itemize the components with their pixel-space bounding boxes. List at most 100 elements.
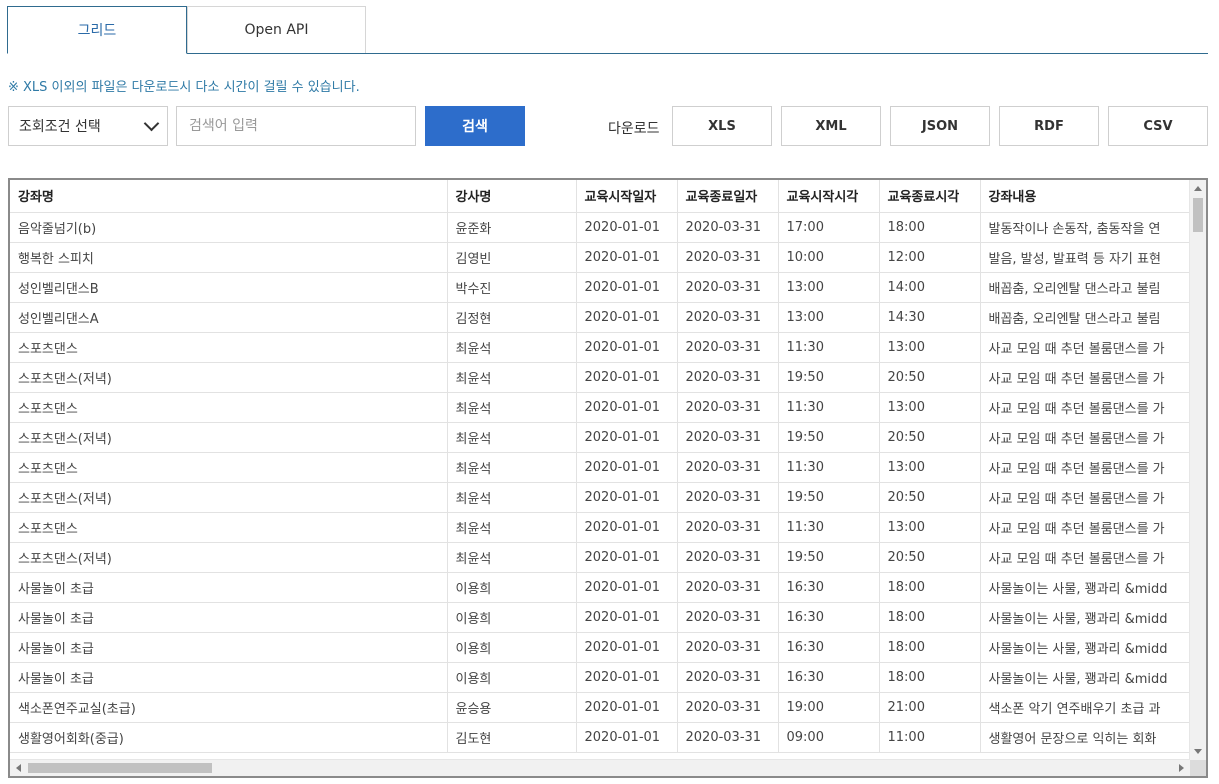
table-row[interactable]: 성인벨리댄스B 박수진 2020-01-01 2020-03-31 13:00 14:00…: [10, 272, 1190, 303]
table-cell: 19:00: [778, 692, 880, 723]
table-cell: 이용희: [447, 662, 577, 693]
scroll-left-icon[interactable]: [16, 764, 21, 772]
table-cell: 2020-01-01: [576, 212, 678, 243]
table-row[interactable]: 색소폰연주교실(초급) 윤승용 2020-01-01 2020-03-31 19:00 2…: [10, 692, 1190, 723]
table-cell: 스포츠댄스: [10, 512, 448, 543]
tab-grid[interactable]: 그리드: [7, 6, 187, 54]
table-cell: 스포츠댄스: [10, 452, 448, 483]
scroll-up-icon[interactable]: [1194, 186, 1202, 191]
table-cell: 19:50: [778, 542, 880, 573]
table-row[interactable]: 생활영어회화(중급) 김도현 2020-01-01 2020-03-31 09:00 11…: [10, 722, 1190, 753]
table-row[interactable]: 행복한 스피치 김영빈 2020-01-01 2020-03-31 10:00 12:00…: [10, 242, 1190, 273]
table-cell: 19:50: [778, 362, 880, 393]
table-cell: 2020-03-31: [677, 362, 779, 393]
table-cell: 2020-01-01: [576, 692, 678, 723]
table-cell: 김정현: [447, 302, 577, 333]
table-cell: 스포츠댄스: [10, 332, 448, 363]
download-rdf-button[interactable]: RDF: [999, 106, 1099, 146]
table-row[interactable]: 사물놀이 초급 이용희 2020-01-01 2020-03-31 16:30 18:00…: [10, 632, 1190, 663]
chevron-down-icon: [143, 115, 160, 132]
table-cell: 2020-01-01: [576, 362, 678, 393]
table-cell: 색소폰연주교실(초급): [10, 692, 448, 723]
table-cell: 이용희: [447, 572, 577, 603]
scroll-down-icon[interactable]: [1194, 749, 1202, 754]
data-grid: 강좌명 강사명 교육시작일자 교육종료일자 교육시작시각 교육종료시각 강좌내용…: [8, 178, 1208, 778]
table-cell: 2020-01-01: [576, 602, 678, 633]
table-row[interactable]: 사물놀이 초급 이용희 2020-01-01 2020-03-31 16:30 18:00…: [10, 572, 1190, 603]
table-cell: 18:00: [879, 662, 981, 693]
tab-open-api[interactable]: Open API: [187, 6, 366, 53]
table-cell: 13:00: [778, 302, 880, 333]
column-header[interactable]: 강사명: [447, 180, 577, 213]
table-cell: 최윤석: [447, 422, 577, 453]
table-row[interactable]: 사물놀이 초급 이용희 2020-01-01 2020-03-31 16:30 18:00…: [10, 602, 1190, 633]
table-cell: 사교 모임 때 추던 볼룸댄스를 가: [980, 542, 1190, 573]
table-row[interactable]: 스포츠댄스 최윤석 2020-01-01 2020-03-31 11:30 13:00 사교…: [10, 332, 1190, 363]
horizontal-scrollbar[interactable]: [10, 759, 1190, 776]
table-cell: 13:00: [879, 512, 981, 543]
table-row[interactable]: 스포츠댄스 최윤석 2020-01-01 2020-03-31 11:30 13:00 사교…: [10, 512, 1190, 543]
table-cell: 2020-03-31: [677, 662, 779, 693]
table-cell: 12:00: [879, 242, 981, 273]
table-cell: 박수진: [447, 272, 577, 303]
table-cell: 최윤석: [447, 362, 577, 393]
table-cell: 18:00: [879, 602, 981, 633]
table-cell: 김도현: [447, 722, 577, 753]
table-cell: 14:30: [879, 302, 981, 333]
table-cell: 20:50: [879, 422, 981, 453]
table-cell: 2020-03-31: [677, 722, 779, 753]
table-row[interactable]: 스포츠댄스(저녁) 최윤석 2020-01-01 2020-03-31 19:50 20:…: [10, 482, 1190, 513]
download-xls-button[interactable]: XLS: [672, 106, 772, 146]
column-header[interactable]: 강좌내용: [980, 180, 1190, 213]
table-cell: 2020-01-01: [576, 302, 678, 333]
table-row[interactable]: 스포츠댄스(저녁) 최윤석 2020-01-01 2020-03-31 19:50 20:…: [10, 362, 1190, 393]
table-cell: 20:50: [879, 362, 981, 393]
table-cell: 13:00: [879, 332, 981, 363]
search-input[interactable]: [176, 106, 416, 146]
grid-header-row: 강좌명 강사명 교육시작일자 교육종료일자 교육시작시각 교육종료시각 강좌내용: [10, 180, 1190, 213]
table-cell: 2020-03-31: [677, 422, 779, 453]
download-json-button[interactable]: JSON: [890, 106, 990, 146]
column-header[interactable]: 교육종료일자: [677, 180, 779, 213]
horizontal-scroll-thumb[interactable]: [28, 763, 212, 773]
search-condition-select[interactable]: 조회조건 선택: [8, 106, 168, 146]
vertical-scroll-thumb[interactable]: [1193, 198, 1203, 232]
table-row[interactable]: 스포츠댄스(저녁) 최윤석 2020-01-01 2020-03-31 19:50 20:…: [10, 422, 1190, 453]
table-cell: 2020-03-31: [677, 512, 779, 543]
table-cell: 18:00: [879, 632, 981, 663]
table-cell: 16:30: [778, 572, 880, 603]
vertical-scrollbar[interactable]: [1189, 180, 1206, 760]
column-header[interactable]: 교육시작일자: [576, 180, 678, 213]
table-row[interactable]: 사물놀이 초급 이용희 2020-01-01 2020-03-31 16:30 18:00…: [10, 662, 1190, 693]
column-header[interactable]: 교육종료시각: [879, 180, 981, 213]
tab-bar: 그리드 Open API: [7, 6, 1208, 54]
table-cell: 2020-03-31: [677, 302, 779, 333]
table-cell: 사교 모임 때 추던 볼룸댄스를 가: [980, 362, 1190, 393]
column-header[interactable]: 강좌명: [10, 180, 448, 213]
table-row[interactable]: 성인벨리댄스A 김정현 2020-01-01 2020-03-31 13:00 14:30…: [10, 302, 1190, 333]
scroll-right-icon[interactable]: [1179, 764, 1184, 772]
table-cell: 16:30: [778, 602, 880, 633]
table-cell: 윤준화: [447, 212, 577, 243]
table-cell: 10:00: [778, 242, 880, 273]
table-cell: 2020-01-01: [576, 662, 678, 693]
table-cell: 2020-03-31: [677, 602, 779, 633]
table-row[interactable]: 스포츠댄스 최윤석 2020-01-01 2020-03-31 11:30 13:00 사교…: [10, 392, 1190, 423]
table-cell: 2020-01-01: [576, 572, 678, 603]
table-row[interactable]: 스포츠댄스(저녁) 최윤석 2020-01-01 2020-03-31 19:50 20:…: [10, 542, 1190, 573]
table-cell: 생활영어 문장으로 익히는 회화: [980, 722, 1190, 753]
table-cell: 13:00: [879, 452, 981, 483]
table-row[interactable]: 스포츠댄스 최윤석 2020-01-01 2020-03-31 11:30 13:00 사교…: [10, 452, 1190, 483]
table-row[interactable]: 음악줄넘기(b) 윤준화 2020-01-01 2020-03-31 17:00 18:0…: [10, 212, 1190, 243]
download-csv-button[interactable]: CSV: [1108, 106, 1208, 146]
table-cell: 이용희: [447, 632, 577, 663]
search-button[interactable]: 검색: [425, 106, 525, 146]
table-cell: 사교 모임 때 추던 볼룸댄스를 가: [980, 422, 1190, 453]
table-cell: 2020-03-31: [677, 242, 779, 273]
column-header[interactable]: 교육시작시각: [778, 180, 880, 213]
table-cell: 2020-01-01: [576, 632, 678, 663]
table-cell: 2020-01-01: [576, 392, 678, 423]
download-xml-button[interactable]: XML: [781, 106, 881, 146]
table-cell: 스포츠댄스(저녁): [10, 482, 448, 513]
table-cell: 색소폰 악기 연주배우기 초급 과: [980, 692, 1190, 723]
